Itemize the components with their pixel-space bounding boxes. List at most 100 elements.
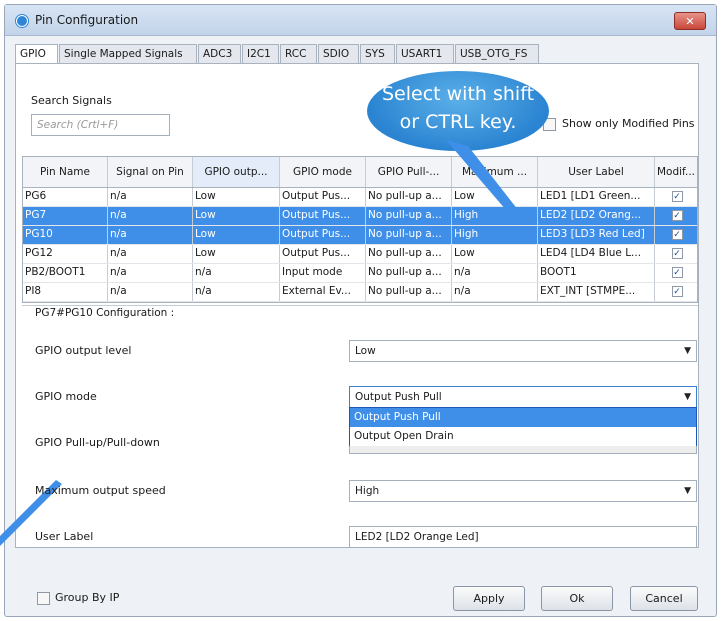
search-input[interactable]: [31, 114, 170, 136]
config-title: PG7#PG10 Configuration :: [35, 307, 175, 319]
user-label-cell: BOOT1: [538, 264, 655, 282]
col-gpio-mode[interactable]: GPIO mode: [280, 157, 366, 187]
max-output-speed-select[interactable]: High ▼: [349, 480, 697, 502]
table-body: PG6 n/a Low Output Pus... No pull-up a... Low…: [23, 188, 697, 302]
signal-cell: n/a: [108, 264, 193, 282]
pin-name-cell: PI8: [23, 283, 108, 301]
max-speed-cell: High: [452, 207, 538, 225]
gpio-output-cell: n/a: [193, 264, 280, 282]
tab-single-mapped-signals[interactable]: Single Mapped Signals: [59, 44, 197, 64]
modified-checkbox[interactable]: ✓: [671, 190, 683, 202]
modified-checkbox[interactable]: ✓: [671, 285, 683, 297]
callout-line-1: Select with shift: [381, 83, 535, 105]
table-row[interactable]: PG12 n/a Low Output Pus... No pull-up a... Lo…: [23, 245, 697, 264]
gpio-pull-cell: No pull-up a...: [366, 264, 452, 282]
modified-cell: ✓: [655, 207, 697, 225]
tab-sys[interactable]: SYS: [360, 44, 395, 64]
signal-cell: n/a: [108, 207, 193, 225]
gpio-output-cell: n/a: [193, 283, 280, 301]
modified-cell: ✓: [655, 283, 697, 301]
pin-name-cell: PG12: [23, 245, 108, 263]
tab-i2c1[interactable]: I2C1: [242, 44, 279, 64]
gpio-output-level-label: GPIO output level: [35, 344, 132, 357]
signal-cell: n/a: [108, 245, 193, 263]
max-speed-cell: n/a: [452, 283, 538, 301]
user-label-cell: LED4 [LD4 Blue L...: [538, 245, 655, 263]
table-row[interactable]: PG6 n/a Low Output Pus... No pull-up a... Low…: [23, 188, 697, 207]
gpio-mode-value: Output Push Pull: [355, 391, 442, 403]
table-row[interactable]: PG7 n/a Low Output Pus... No pull-up a... Hig…: [23, 207, 697, 226]
col-gpio-pull[interactable]: GPIO Pull-...: [366, 157, 452, 187]
gpio-mode-label: GPIO mode: [35, 390, 97, 403]
window-title: Pin Configuration: [35, 13, 139, 27]
gpio-output-level-value: Low: [355, 345, 376, 357]
pin-name-cell: PG7: [23, 207, 108, 225]
modified-cell: ✓: [655, 264, 697, 282]
show-only-modified-label: Show only Modified Pins: [562, 117, 695, 130]
col-pin-name[interactable]: Pin Name: [23, 157, 108, 187]
gpio-output-cell: Low: [193, 226, 280, 244]
modified-checkbox[interactable]: ✓: [671, 247, 683, 259]
user-label-input[interactable]: LED2 [LD2 Orange Led]: [349, 526, 697, 548]
app-icon: [16, 15, 28, 27]
tab-rcc[interactable]: RCC: [280, 44, 317, 64]
modified-checkbox[interactable]: ✓: [671, 228, 683, 240]
modified-checkbox[interactable]: ✓: [671, 209, 683, 221]
col-maximum-speed[interactable]: Maximum ...: [452, 157, 538, 187]
col-signal-on-pin[interactable]: Signal on Pin: [108, 157, 193, 187]
table-row[interactable]: PI8 n/a n/a External Ev... No pull-up a... n/…: [23, 283, 697, 302]
modified-checkbox[interactable]: ✓: [671, 266, 683, 278]
tab-usb-otg-fs[interactable]: USB_OTG_FS: [455, 44, 539, 64]
gpio-mode-cell: Output Pus...: [280, 207, 366, 225]
col-user-label[interactable]: User Label: [538, 157, 655, 187]
col-gpio-output[interactable]: GPIO outp...: [193, 157, 280, 187]
pin-name-cell: PG10: [23, 226, 108, 244]
cancel-button[interactable]: Cancel: [630, 586, 698, 611]
pin-name-cell: PG6: [23, 188, 108, 206]
tab-usart1[interactable]: USART1: [396, 44, 454, 64]
gpio-output-cell: Low: [193, 207, 280, 225]
group-by-ip-checkbox[interactable]: [37, 592, 50, 605]
pin-name-cell: PB2/BOOT1: [23, 264, 108, 282]
gpio-pull-label: GPIO Pull-up/Pull-down: [35, 436, 160, 449]
gpio-mode-cell: External Ev...: [280, 283, 366, 301]
modified-cell: ✓: [655, 245, 697, 263]
signal-cell: n/a: [108, 188, 193, 206]
tab-gpio[interactable]: GPIO: [15, 44, 58, 64]
gpio-output-cell: Low: [193, 245, 280, 263]
option-output-open-drain[interactable]: Output Open Drain: [350, 427, 696, 446]
max-speed-cell: n/a: [452, 264, 538, 282]
table-row[interactable]: PB2/BOOT1 n/a n/a Input mode No pull-up a...…: [23, 264, 697, 283]
gpio-output-cell: Low: [193, 188, 280, 206]
gpio-pull-select[interactable]: [349, 446, 697, 454]
ok-button[interactable]: Ok: [541, 586, 613, 611]
user-label-cell: LED1 [LD1 Green...: [538, 188, 655, 206]
gpio-mode-select[interactable]: Output Push Pull ▼: [349, 386, 697, 408]
gpio-pull-cell: No pull-up a...: [366, 245, 452, 263]
user-label-cell: LED3 [LD3 Red Led]: [538, 226, 655, 244]
gpio-pull-cell: No pull-up a...: [366, 226, 452, 244]
gpio-output-level-select[interactable]: Low ▼: [349, 340, 697, 362]
tab-sdio[interactable]: SDIO: [318, 44, 359, 64]
apply-button[interactable]: Apply: [453, 586, 525, 611]
max-speed-cell: High: [452, 226, 538, 244]
user-label-cell: EXT_INT [STMPE...: [538, 283, 655, 301]
table-row[interactable]: PG10 n/a Low Output Pus... No pull-up a... Hi…: [23, 226, 697, 245]
col-modified[interactable]: Modif...: [655, 157, 697, 187]
signal-cell: n/a: [108, 283, 193, 301]
max-output-speed-value: High: [355, 485, 380, 497]
callout-line-2: or CTRL key.: [399, 111, 517, 133]
max-output-speed-label: Maximum output speed: [35, 484, 166, 497]
tab-adc3[interactable]: ADC3: [198, 44, 241, 64]
modified-cell: ✓: [655, 188, 697, 206]
gpio-mode-cell: Output Pus...: [280, 245, 366, 263]
gpio-mode-cell: Input mode: [280, 264, 366, 282]
option-output-push-pull[interactable]: Output Push Pull: [350, 408, 696, 427]
max-speed-cell: Low: [452, 245, 538, 263]
gpio-mode-cell: Output Pus...: [280, 226, 366, 244]
chevron-down-icon: ▼: [684, 392, 691, 402]
gpio-mode-dropdown: Output Push Pull Output Open Drain: [349, 407, 697, 447]
close-button[interactable]: ✕: [674, 12, 706, 30]
search-signals-label: Search Signals: [31, 94, 112, 107]
chevron-down-icon: ▼: [684, 486, 691, 496]
